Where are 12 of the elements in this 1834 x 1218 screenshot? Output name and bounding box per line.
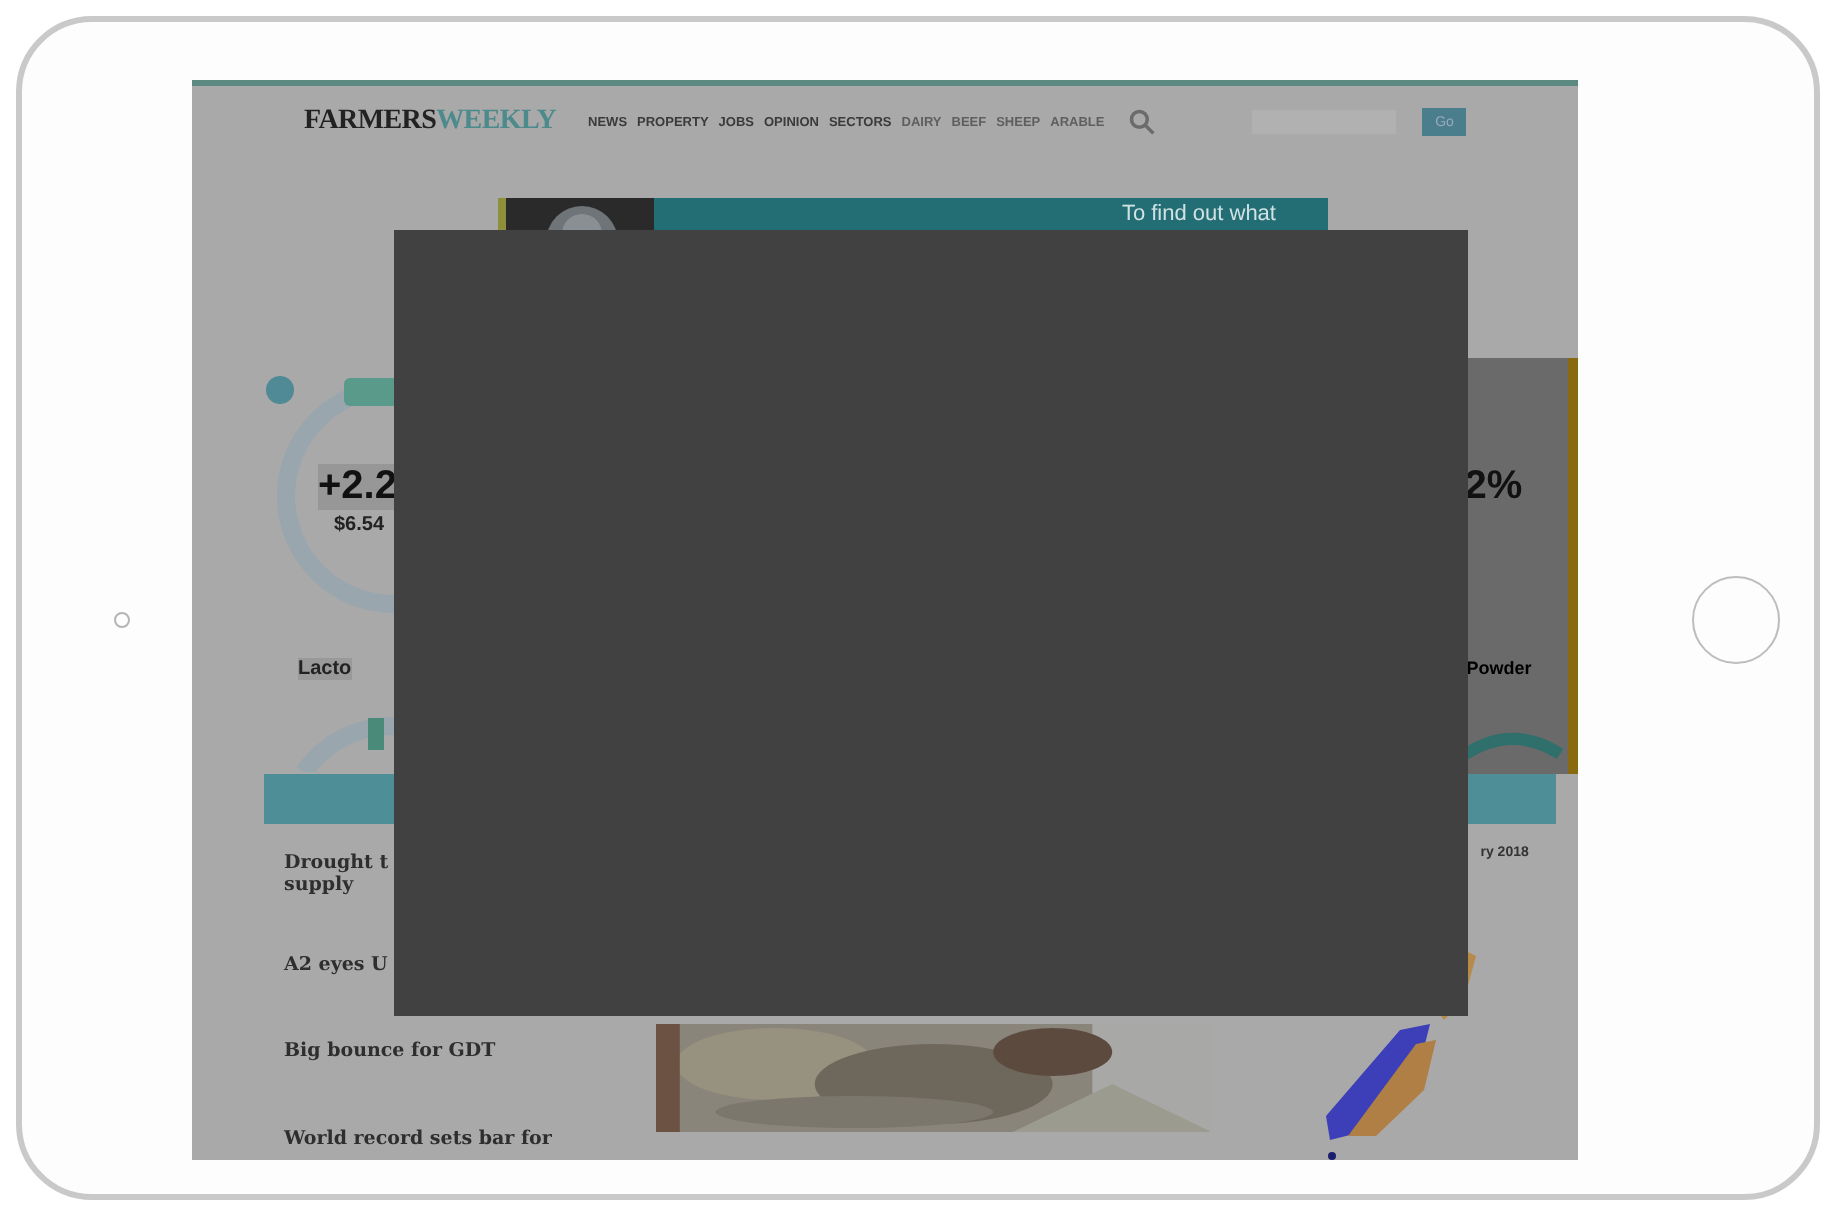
article-title[interactable]: Big bounce for GDT <box>284 1040 636 1062</box>
article-title[interactable]: World record sets bar for <box>284 1128 636 1150</box>
search-icon[interactable] <box>1128 108 1157 136</box>
home-button[interactable] <box>1692 576 1780 664</box>
product-label: Powder <box>1466 658 1532 678</box>
price-value: $6.54 <box>334 514 385 536</box>
banner-text: To find out what <box>1121 202 1276 228</box>
price-change: +2.2 <box>318 464 397 510</box>
site-logo[interactable]: FARMERSWEEKLY <box>304 106 557 138</box>
camera-icon <box>114 612 130 628</box>
product-label: Lacto <box>298 658 352 680</box>
price-change: 2% <box>1464 464 1523 510</box>
